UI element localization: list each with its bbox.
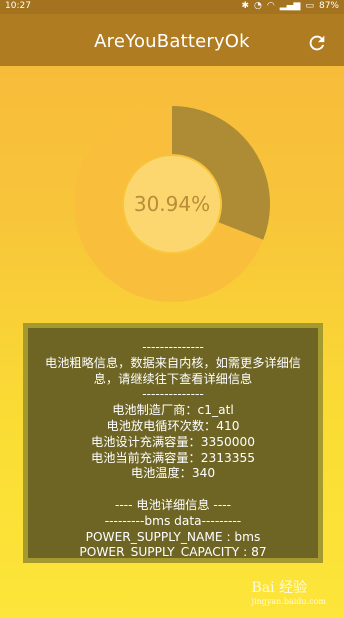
- manufacturer-text: 电池制造厂商：c1_atl: [112, 403, 234, 418]
- current-capacity-text: 电池当前充满容量：2313355: [91, 450, 255, 465]
- design-capacity-text: 电池设计充满容量：3350000: [91, 434, 255, 449]
- bluetooth-icon: ✱: [241, 1, 249, 11]
- detail-header: ---- 电池详细信息 ----: [114, 497, 232, 512]
- intro-text-line: 息，请继续往下查看详细信息: [93, 371, 253, 386]
- app-title: AreYouBatteryOk: [94, 31, 250, 52]
- refresh-icon[interactable]: [306, 32, 328, 54]
- battery-info-panel: -------------- 电池粗略信息，数据来自内核，如需更多详细信 息，请…: [23, 323, 323, 563]
- alarm-icon: ◔: [253, 1, 262, 11]
- supply-capacity-text: POWER_SUPPLY_CAPACITY : 87: [79, 545, 267, 560]
- signal-icon: ▂▄▆: [279, 1, 301, 11]
- battery-gauge: 30.94%: [62, 94, 282, 314]
- app-bar: AreYouBatteryOk: [0, 14, 344, 66]
- separator-line: --------------: [142, 387, 204, 402]
- watermark-url: jingyan.baidu.com: [251, 597, 326, 606]
- watermark-logo: Bai 经验 jingyan.baidu.com: [252, 577, 326, 606]
- bms-header: ---------bms data---------: [104, 513, 242, 528]
- status-icons: ✱ ◔ ◠ ▂▄▆ ▭ 87%: [241, 1, 339, 11]
- intro-text-line: 电池粗略信息，数据来自内核，如需更多详细信: [45, 355, 301, 370]
- supply-name-text: POWER_SUPPLY_NAME : bms: [85, 529, 261, 544]
- battery-percent-label: 30.94%: [133, 192, 211, 216]
- watermark-brand: Bai 经验: [251, 580, 308, 596]
- temperature-text: 电池温度：340: [130, 466, 216, 481]
- battery-percent: 87%: [318, 1, 339, 11]
- separator-line: --------------: [142, 340, 204, 354]
- status-bar: 10:27 ✱ ◔ ◠ ▂▄▆ ▭ 87%: [0, 0, 344, 14]
- status-time: 10:27: [5, 1, 31, 11]
- wifi-icon: ◠: [266, 1, 275, 11]
- cycle-count-text: 电池放电循环次数：410: [106, 418, 240, 433]
- battery-icon: ▭: [305, 1, 314, 11]
